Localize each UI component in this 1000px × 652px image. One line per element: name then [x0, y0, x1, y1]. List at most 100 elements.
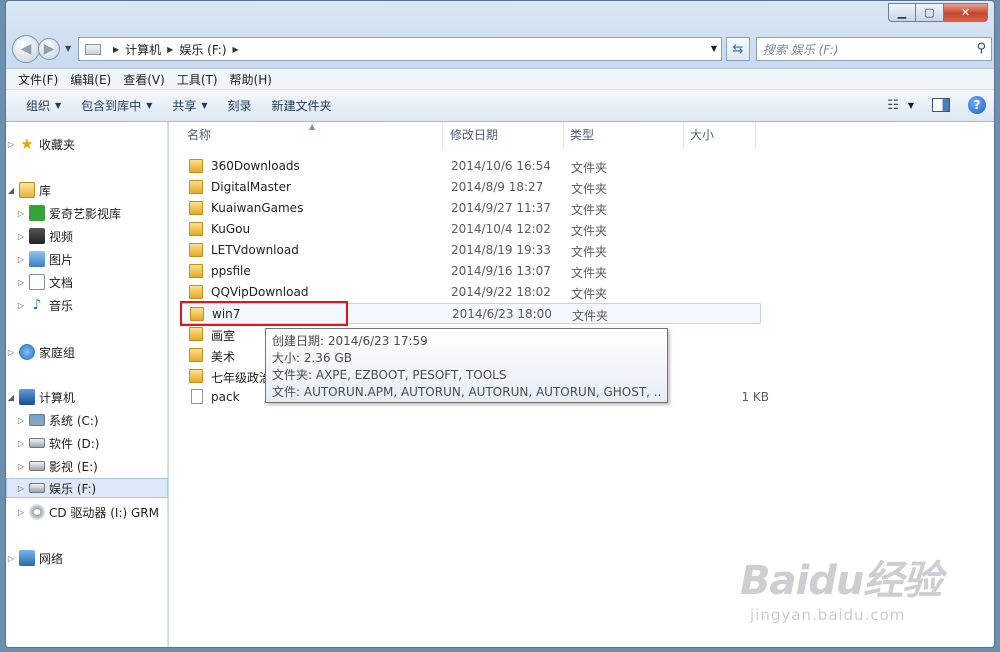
breadcrumb-computer[interactable]: 计算机 — [125, 41, 161, 58]
watermark-logo: Baidu经验 — [740, 558, 942, 604]
help-icon[interactable]: ? — [968, 96, 986, 114]
folder-tooltip: 创建日期: 2014/6/23 17:59 大小: 2.36 GB 文件夹: A… — [265, 328, 668, 403]
expand-icon[interactable]: ▷ — [16, 209, 26, 218]
close-icon: ✕ — [960, 6, 971, 19]
file-row[interactable]: DigitalMaster 2014/8/9 18:27 文件夹 — [181, 177, 761, 198]
chevron-right-icon[interactable]: ▶ — [167, 45, 173, 54]
expand-icon[interactable]: ▷ — [16, 484, 26, 493]
expand-icon[interactable]: ▷ — [16, 508, 26, 517]
share-button[interactable]: 共享 ▼ — [162, 97, 217, 114]
system-drive-icon — [29, 414, 45, 426]
column-size[interactable]: 大小 — [684, 122, 756, 148]
burn-button[interactable]: 刻录 — [218, 97, 262, 114]
file-row[interactable]: QQVipDownload 2014/9/22 18:02 文件夹 — [181, 282, 761, 303]
folder-icon — [189, 201, 203, 215]
nav-label: 爱奇艺影视库 — [49, 206, 122, 221]
file-row[interactable]: 360Downloads 2014/10/6 16:54 文件夹 — [181, 156, 761, 177]
file-date: 2014/10/6 16:54 — [451, 159, 551, 173]
breadcrumb-drive-f[interactable]: 娱乐 (F:) — [179, 41, 226, 58]
menu-view[interactable]: 查看(V) — [117, 71, 171, 88]
expand-icon[interactable]: ▷ — [6, 554, 16, 563]
recent-pages-dropdown[interactable]: ▼ — [65, 44, 71, 53]
nav-library-iqiyi[interactable]: ▷ 爱奇艺影视库 — [6, 203, 168, 223]
chevron-right-icon[interactable]: ▶ — [233, 45, 239, 54]
menu-help[interactable]: 帮助(H) — [224, 71, 278, 88]
file-date: 2014/9/16 13:07 — [451, 264, 551, 278]
forward-button[interactable]: ▶ — [38, 38, 60, 60]
expand-icon[interactable]: ▷ — [16, 301, 26, 310]
file-date: 2014/6/23 18:00 — [452, 307, 552, 321]
file-row[interactable]: KuGou 2014/10/4 12:02 文件夹 — [181, 219, 761, 240]
folder-icon — [189, 369, 203, 383]
nav-homegroup[interactable]: ▷ 家庭组 — [6, 342, 168, 362]
nav-drive-c[interactable]: ▷ 系统 (C:) — [6, 410, 168, 430]
expand-icon[interactable]: ▷ — [16, 439, 26, 448]
include-in-library-button[interactable]: 包含到库中 ▼ — [71, 97, 162, 114]
nav-network[interactable]: ▷ 网络 — [6, 548, 168, 568]
expand-icon[interactable]: ▷ — [16, 255, 26, 264]
expand-icon[interactable]: ▷ — [16, 232, 26, 241]
file-row[interactable]: LETVdownload 2014/8/19 19:33 文件夹 — [181, 240, 761, 261]
expand-icon[interactable]: ▷ — [6, 140, 16, 149]
nav-drive-d[interactable]: ▷ 软件 (D:) — [6, 433, 168, 453]
watermark-url: jingyan.baidu.com — [750, 606, 906, 624]
search-input[interactable]: 搜索 娱乐 (F:) ⚲ — [756, 37, 992, 61]
menu-file[interactable]: 文件(F) — [12, 71, 64, 88]
view-options-icon[interactable]: ☷ — [887, 98, 899, 113]
nav-library-documents[interactable]: ▷ 文档 — [6, 272, 168, 292]
nav-library-pictures[interactable]: ▷ 图片 — [6, 249, 168, 269]
column-name[interactable]: 名称 — [181, 122, 443, 148]
preview-pane-icon[interactable] — [932, 98, 950, 112]
new-folder-button[interactable]: 新建文件夹 — [262, 97, 342, 114]
column-type[interactable]: 类型 — [564, 122, 684, 148]
expand-icon[interactable]: ▷ — [16, 278, 26, 287]
file-name: 七年级政治 — [211, 371, 272, 385]
navigation-pane: ▷ ★ 收藏夹 ◢ 库 ▷ 爱奇艺影视库 ▷ 视频 ▷ 图片 ▷ 文档 ▷ ♪ … — [6, 122, 168, 647]
iqiyi-icon — [29, 205, 45, 221]
file-date: 2014/8/9 18:27 — [451, 180, 544, 194]
close-button[interactable]: ✕ — [944, 3, 988, 22]
address-dropdown-icon[interactable]: ▼ — [711, 44, 717, 53]
drive-icon — [29, 461, 45, 471]
file-row[interactable]: KuaiwanGames 2014/9/27 11:37 文件夹 — [181, 198, 761, 219]
dropdown-arrow-icon: ▼ — [55, 101, 62, 110]
file-type: 文件夹 — [571, 182, 608, 196]
organize-button[interactable]: 组织 ▼ — [16, 97, 71, 114]
collapse-icon[interactable]: ◢ — [6, 186, 16, 195]
nav-drive-cd[interactable]: ▷ CD 驱动器 (I:) GRM — [6, 502, 168, 522]
include-label: 包含到库中 — [81, 99, 142, 113]
nav-computer[interactable]: ◢ 计算机 — [6, 387, 168, 407]
chevron-right-icon[interactable]: ▶ — [113, 45, 119, 54]
refresh-button[interactable]: ⇆ — [726, 37, 750, 61]
file-icon — [191, 389, 203, 404]
maximize-button[interactable]: ▢ — [916, 3, 944, 22]
nav-drive-e[interactable]: ▷ 影视 (E:) — [6, 456, 168, 476]
nav-drive-f[interactable]: ▷ 娱乐 (F:) — [6, 478, 168, 498]
collapse-icon[interactable]: ◢ — [6, 393, 16, 402]
file-type: 文件夹 — [571, 224, 608, 238]
file-name: 画室 — [211, 329, 236, 343]
tooltip-folders: 文件夹: AXPE, EZBOOT, PESOFT, TOOLS — [272, 368, 507, 382]
back-button[interactable]: ◀ — [12, 35, 40, 63]
nav-label: 库 — [39, 183, 52, 198]
folder-icon — [189, 327, 203, 341]
menu-edit[interactable]: 编辑(E) — [64, 71, 117, 88]
expand-icon[interactable]: ▷ — [16, 462, 26, 471]
search-icon[interactable]: ⚲ — [976, 41, 986, 56]
drive-icon — [29, 438, 45, 448]
column-date[interactable]: 修改日期 — [444, 122, 564, 148]
menu-tools[interactable]: 工具(T) — [171, 71, 224, 88]
nav-library-music[interactable]: ▷ ♪ 音乐 — [6, 295, 168, 315]
minimize-button[interactable]: ▁ — [888, 3, 916, 22]
nav-favorites[interactable]: ▷ ★ 收藏夹 — [6, 134, 168, 154]
nav-libraries[interactable]: ◢ 库 — [6, 180, 168, 200]
nav-library-videos[interactable]: ▷ 视频 — [6, 226, 168, 246]
view-dropdown-icon[interactable]: ▼ — [908, 101, 914, 110]
address-bar[interactable]: ▶ 计算机 ▶ 娱乐 (F:) ▶ ▼ — [78, 37, 722, 61]
folder-icon — [189, 285, 203, 299]
file-row[interactable]: ppsfile 2014/9/16 13:07 文件夹 — [181, 261, 761, 282]
expand-icon[interactable]: ▷ — [16, 416, 26, 425]
expand-icon[interactable]: ▷ — [6, 348, 16, 357]
file-type: 文件夹 — [571, 287, 608, 301]
homegroup-icon — [19, 344, 35, 360]
